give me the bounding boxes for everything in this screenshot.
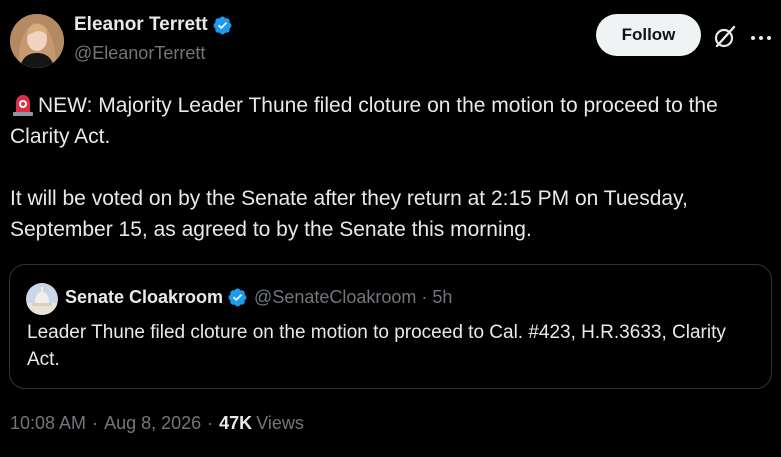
profile-photo-icon [10,14,64,68]
tweet-time[interactable]: 10:08 AM [10,413,86,434]
follow-button[interactable]: Follow [596,14,701,56]
capitol-dome-icon [26,283,58,315]
meta-separator: · [92,413,99,433]
meta-separator: · [207,413,214,433]
author-display-name[interactable]: Eleanor Terrett [74,14,208,36]
quoted-display-name[interactable]: Senate Cloakroom [65,287,223,308]
author-name-row: Eleanor Terrett [74,14,233,36]
tweet-paragraph-1-text: NEW: Majority Leader Thune filed cloture… [10,94,718,148]
author-handle[interactable]: @EleanorTerrett [74,43,205,64]
verified-badge-icon[interactable] [212,15,233,36]
tweet-date[interactable]: Aug 8, 2026 [104,413,201,434]
quoted-timestamp[interactable]: 5h [432,287,452,308]
tweet-body: NEW: Majority Leader Thune filed cloture… [10,90,775,245]
grok-slash-circle-icon[interactable] [712,24,738,50]
quoted-separator: · [421,287,428,307]
more-horizontal-icon[interactable] [750,27,772,49]
quoted-handle[interactable]: @SenateCloakroom [254,287,416,308]
tweet-meta: 10:08 AM · Aug 8, 2026 · 47K Views [10,413,304,434]
tweet-paragraph-2: It will be voted on by the Senate after … [10,187,688,241]
views-label: Views [256,413,304,433]
tweet-paragraph-1: NEW: Majority Leader Thune filed cloture… [10,90,775,152]
quoted-author-row: Senate Cloakroom @SenateCloakroom · 5h [65,287,452,308]
views-count: 47K [219,413,253,433]
quoted-tweet-text: Leader Thune filed cloture on the motion… [27,322,726,370]
quoted-verified-badge-icon[interactable] [227,287,248,308]
quoted-author-avatar[interactable] [26,283,58,315]
quoted-tweet-card[interactable]: Senate Cloakroom @SenateCloakroom · 5h L… [9,264,772,389]
rotating-light-siren-icon [13,95,33,116]
author-avatar[interactable] [10,14,64,68]
